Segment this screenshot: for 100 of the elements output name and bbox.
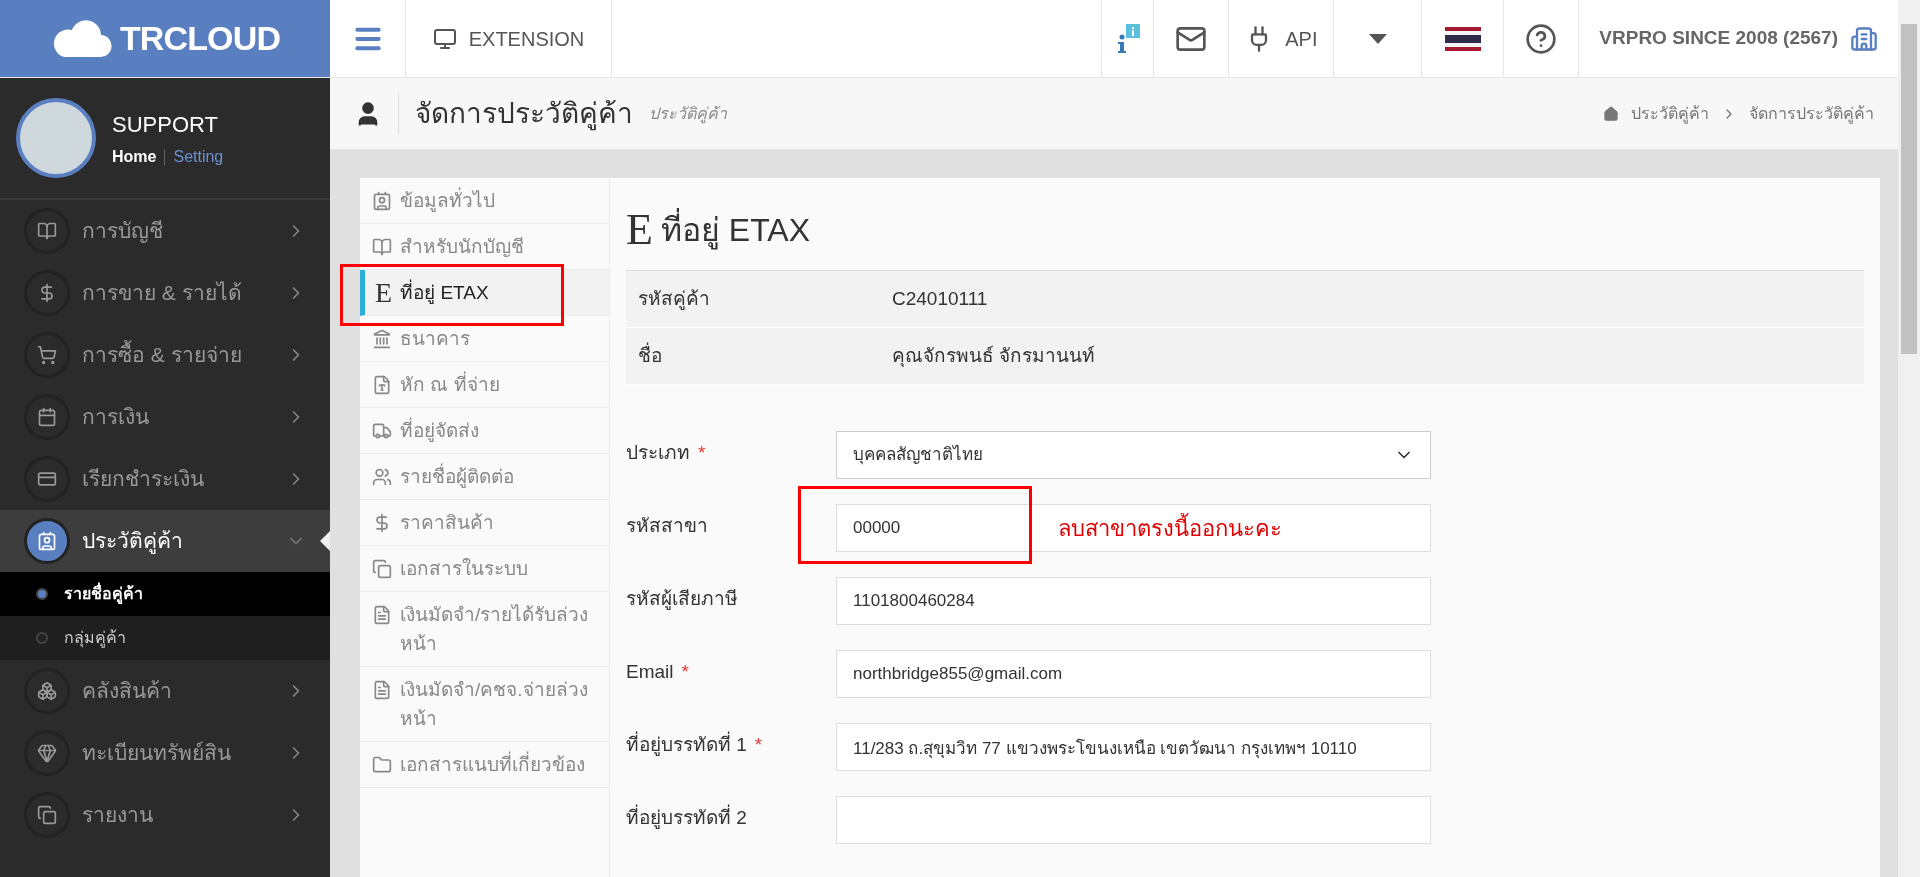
section-tab[interactable]: รายชื่อผู้ติดต่อ bbox=[360, 454, 609, 500]
extension-button[interactable]: EXTENSION bbox=[406, 0, 612, 77]
bank-icon bbox=[372, 329, 392, 349]
user-name: SUPPORT bbox=[112, 110, 219, 139]
sidebar-label: เรียกชำระเงิน bbox=[82, 466, 205, 493]
sidebar-item[interactable]: การบัญชี bbox=[0, 200, 330, 262]
field-label: ประเภท bbox=[626, 441, 690, 465]
folder-icon bbox=[372, 755, 392, 775]
sidebar-item[interactable]: รายงาน bbox=[0, 784, 330, 846]
required-mark: * bbox=[681, 660, 689, 684]
sidebar-item[interactable]: คลังสินค้า bbox=[0, 660, 330, 722]
monitor-icon bbox=[432, 26, 457, 51]
section-tab[interactable]: ราคาสินค้า bbox=[360, 500, 609, 546]
card-icon bbox=[37, 469, 57, 489]
required-mark: * bbox=[698, 441, 706, 465]
section-tab[interactable]: ที่อยู่จัดส่ง bbox=[360, 408, 609, 454]
sidebar-item[interactable]: ทะเบียนทรัพย์สิน bbox=[0, 722, 330, 784]
section-tab-label: สำหรับนักบัญชี bbox=[400, 235, 524, 259]
flag-icon bbox=[1444, 26, 1481, 51]
input-field[interactable]: 11/283 ถ.สุขุมวิท 77 แขวงพระโขนงเหนือ เขตวัฒนา กรุงเทพฯ 10110 bbox=[836, 723, 1431, 771]
input-field[interactable]: northbridge855@gmail.com bbox=[836, 650, 1431, 698]
contact-card-icon bbox=[37, 531, 57, 551]
copy-icon bbox=[37, 805, 57, 825]
sidebar-item[interactable]: การซื้อ & รายจ่าย bbox=[0, 324, 330, 386]
page-title: จัดการประวัติคู่ค้า bbox=[415, 96, 633, 133]
sidebar-label: รายงาน bbox=[82, 802, 154, 829]
section-tab-label: รายชื่อผู้ติดต่อ bbox=[400, 462, 514, 491]
boxes-icon bbox=[37, 681, 57, 701]
section-tab-label: ราคาสินค้า bbox=[400, 511, 494, 535]
section-tab-label: เอกสารในระบบ bbox=[400, 557, 528, 581]
section-tab-label: ธนาคาร bbox=[400, 327, 470, 351]
caret-icon bbox=[1368, 33, 1387, 44]
section-tab[interactable]: ธนาคาร bbox=[360, 316, 609, 362]
section-tab[interactable]: เอกสารแนบที่เกี่ยวข้อง bbox=[360, 742, 609, 788]
scrollbar[interactable] bbox=[1898, 0, 1920, 877]
truck-icon bbox=[372, 421, 392, 441]
sidebar-label: การซื้อ & รายจ่าย bbox=[82, 339, 274, 371]
submenu-item[interactable]: รายชื่อคู่ค้า bbox=[0, 572, 330, 616]
setting-link[interactable]: Setting bbox=[173, 144, 224, 169]
file-icon bbox=[372, 605, 392, 625]
users-icon bbox=[372, 467, 392, 487]
input-field[interactable]: 1101800460284 bbox=[836, 577, 1431, 625]
sidebar-label: การขาย & รายได้ bbox=[82, 280, 243, 307]
submenu-label: กลุ่มคู่ค้า bbox=[64, 628, 126, 650]
section-tab-label: ที่อยู่ ETAX bbox=[400, 278, 489, 307]
gem-icon bbox=[37, 743, 57, 763]
section-tab[interactable]: เงินมัดจำ/รายได้รับล่วงหน้า bbox=[360, 592, 609, 667]
section-tab-label: ข้อมูลทั่วไป bbox=[400, 186, 495, 215]
section-tab-label: เงินมัดจำ/คชจ.จ่ายล่วงหน้า bbox=[400, 678, 589, 731]
section-tab-label: เงินมัดจำ/รายได้รับล่วงหน้า bbox=[400, 603, 590, 656]
field-label: ที่อยู่บรรทัดที่ 2 bbox=[626, 804, 747, 833]
api-button[interactable]: API bbox=[1228, 0, 1334, 77]
breadcrumb-link[interactable]: ประวัติคู่ค้า bbox=[1631, 101, 1709, 126]
section-tab[interactable]: E ที่อยู่ ETAX bbox=[360, 270, 609, 316]
sidebar-label: ทะเบียนทรัพย์สิน bbox=[82, 740, 232, 767]
info-value: C24010111 bbox=[892, 286, 988, 311]
section-title: ที่อยู่ ETAX bbox=[660, 206, 810, 254]
sidebar-item[interactable]: การขาย & รายได้ bbox=[0, 262, 330, 324]
sidebar-label: ประวัติคู่ค้า bbox=[82, 528, 184, 556]
info-label: รหัสคู่ค้า bbox=[637, 286, 711, 312]
breadcrumb-link[interactable]: จัดการประวัติคู่ค้า bbox=[1749, 101, 1874, 126]
section-tab[interactable]: หัก ณ ที่จ่าย bbox=[360, 362, 609, 408]
type-select[interactable]: บุคคลสัญชาติไทย bbox=[836, 431, 1431, 479]
sidebar-label: การเงิน bbox=[82, 404, 150, 431]
contact-card-icon bbox=[372, 191, 392, 211]
building-icon bbox=[1850, 24, 1878, 53]
submenu-label: รายชื่อคู่ค้า bbox=[64, 582, 143, 606]
cart-icon bbox=[37, 345, 57, 365]
help-icon bbox=[1525, 22, 1558, 55]
section-tab-label: เอกสารแนบที่เกี่ยวข้อง bbox=[400, 750, 585, 779]
sidebar-label: การบัญชี bbox=[82, 218, 164, 245]
file-icon bbox=[372, 680, 392, 700]
book-icon bbox=[37, 221, 57, 241]
home-icon bbox=[1603, 105, 1619, 122]
field-label: Email bbox=[626, 660, 674, 684]
letter-e-icon: E bbox=[626, 197, 653, 263]
letter-e-icon: E bbox=[375, 278, 393, 307]
calendar-icon bbox=[37, 407, 57, 427]
scrollbar-thumb[interactable] bbox=[1901, 24, 1917, 354]
sidebar-item[interactable]: ประวัติคู่ค้า bbox=[0, 510, 330, 572]
home-link[interactable]: Home bbox=[112, 144, 157, 169]
submenu-item[interactable]: กลุ่มคู่ค้า bbox=[0, 616, 330, 660]
sidebar-item[interactable]: เรียกชำระเงิน bbox=[0, 448, 330, 510]
book-icon bbox=[372, 237, 392, 257]
input-field[interactable] bbox=[836, 796, 1431, 844]
section-tab[interactable]: เอกสารในระบบ bbox=[360, 546, 609, 592]
section-tab-label: ที่อยู่จัดส่ง bbox=[400, 416, 479, 445]
section-tab-label: หัก ณ ที่จ่าย bbox=[400, 370, 500, 399]
field-label: ที่อยู่บรรทัดที่ 1 bbox=[626, 731, 747, 760]
sidebar-item[interactable]: การเงิน bbox=[0, 386, 330, 448]
info-label: ชื่อ bbox=[637, 341, 663, 368]
logo[interactable]: TRCLOUD bbox=[0, 0, 330, 77]
sidebar-label: คลังสินค้า bbox=[82, 678, 173, 705]
section-tab[interactable]: เงินมัดจำ/คชจ.จ่ายล่วงหน้า bbox=[360, 667, 609, 742]
copy-icon bbox=[372, 559, 392, 579]
info-value: คุณจักรพนธ์ จักรมานนท์ bbox=[892, 343, 1096, 369]
section-tab[interactable]: ข้อมูลทั่วไป bbox=[360, 178, 609, 224]
annotation-note: ลบสาขาตรงนี้ออกนะคะ bbox=[1058, 512, 1282, 545]
pointer-icon bbox=[320, 531, 330, 551]
field-label: รหัสสาขา bbox=[626, 514, 708, 538]
